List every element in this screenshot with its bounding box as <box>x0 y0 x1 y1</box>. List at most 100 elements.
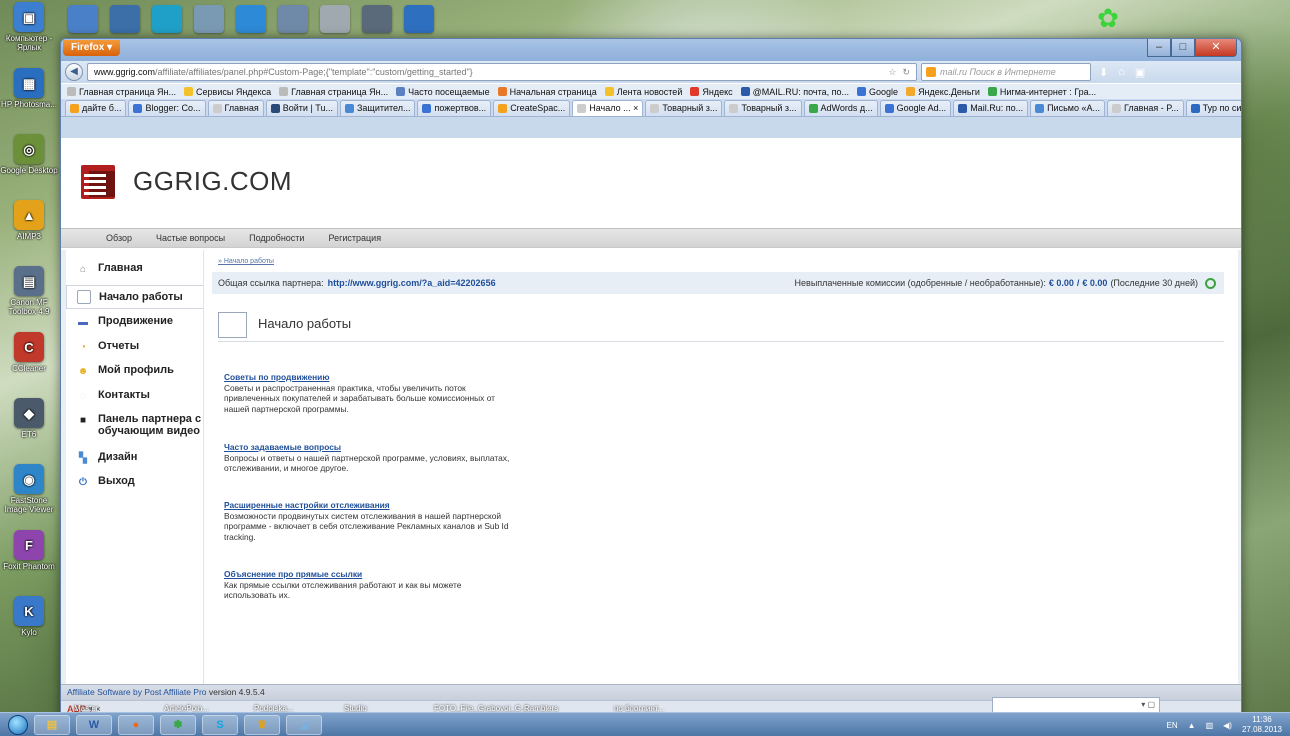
quicklaunch-app-icon[interactable] <box>110 5 140 33</box>
help-block-title-link[interactable]: Объяснение про прямые ссылки <box>224 569 514 580</box>
minimize-button[interactable]: – <box>1147 39 1171 57</box>
browser-tab[interactable]: Защитител... <box>339 100 416 116</box>
desktop-icon[interactable]: ▦ HP Photosma... <box>0 68 58 109</box>
browser-tab[interactable]: Войти | Tu... <box>265 100 338 116</box>
desktop-icon[interactable]: ◆ ET6 <box>0 398 58 439</box>
sidebar-item[interactable]: ■ Панель партнера с обучающим видео <box>66 413 203 437</box>
quicklaunch-app-icon[interactable] <box>152 5 182 33</box>
sidebar-item[interactable]: ⌂ Главная <box>66 262 203 276</box>
clock[interactable]: 11:36 27.08.2013 <box>1242 715 1282 735</box>
addons-icon[interactable]: ▣ <box>1135 66 1145 79</box>
bookmark-item[interactable]: Лента новостей <box>604 87 682 97</box>
desktop-icon-image: C <box>14 332 44 362</box>
quicklaunch-app-icon[interactable] <box>68 5 98 33</box>
sidebar-item[interactable]: ▬ Продвижение <box>66 315 203 329</box>
bookmark-item[interactable]: Главная страница Ян... <box>279 87 388 97</box>
sidebar-item[interactable]: ☻ Мой профиль <box>66 364 203 378</box>
reload-icon[interactable]: ↻ <box>902 67 910 78</box>
desktop-icon[interactable]: ◎ Google Desktop <box>0 134 58 175</box>
quicklaunch-app-icon[interactable] <box>362 5 392 33</box>
taskbar-app-button[interactable]: ◢ <box>286 714 322 735</box>
taskbar-app-button[interactable]: ● <box>118 714 154 735</box>
bookmark-item[interactable]: Начальная страница <box>497 87 597 97</box>
home-icon[interactable]: ⌂ <box>1118 66 1125 79</box>
close-button[interactable]: ✕ <box>1195 39 1237 57</box>
desktop-icon[interactable]: ▣ Компьютер - Ярлык <box>0 2 58 52</box>
bookmark-item[interactable]: Нигма-интернет : Гра... <box>987 87 1096 97</box>
desktop-icon[interactable]: ▲ AIMP3 <box>0 200 58 241</box>
desktop-icon[interactable]: F Foxit Phantom <box>0 530 58 571</box>
sidebar-item[interactable]: ▚ Дизайн <box>66 451 203 465</box>
bookmark-item[interactable]: Часто посещаемые <box>396 87 490 97</box>
desktop-icon[interactable]: ▤ Canon MF Toolbox 4.9 <box>0 266 58 316</box>
back-button[interactable]: ◀ <box>65 63 83 81</box>
maximize-button[interactable]: □ <box>1171 39 1195 57</box>
bookmark-item[interactable]: Сервисы Яндекса <box>184 87 271 97</box>
browser-tab[interactable]: Главная - P... <box>1106 100 1184 116</box>
browser-tab[interactable]: Товарный з... <box>645 100 723 116</box>
quicklaunch-app-icon[interactable] <box>278 5 308 33</box>
bookmark-favicon-icon <box>184 87 194 96</box>
sidebar-item[interactable]: ◌ Контакты <box>66 389 203 403</box>
taskbar-app-button[interactable]: ♛ <box>244 714 280 735</box>
desktop-search-gadget[interactable]: ▾ ▢ <box>992 697 1160 713</box>
tray-arrow-icon[interactable]: ▲ <box>1188 721 1196 730</box>
quicklaunch-app-icon[interactable] <box>194 5 224 33</box>
language-indicator[interactable]: EN <box>1167 721 1178 730</box>
icq-flower-icon[interactable]: ✿ <box>1094 4 1122 32</box>
browser-tab[interactable]: CreateSpac... <box>493 100 571 116</box>
browser-tab[interactable]: AdWords д... <box>803 100 878 116</box>
bookmark-star-icon[interactable]: ☆ <box>888 67 896 78</box>
sidebar-item[interactable]: ◔ Отчеты <box>66 340 203 354</box>
bookmark-item[interactable]: Яндекс <box>690 87 733 97</box>
menu-item[interactable]: Регистрация <box>328 233 381 243</box>
taskbar-app-button[interactable]: ✽ <box>160 714 196 735</box>
desktop-icon-label: CCleaner <box>12 364 46 373</box>
taskbar-app-button[interactable]: S <box>202 714 238 735</box>
browser-tab[interactable]: пожертвов... <box>417 100 492 116</box>
browser-tab[interactable]: Google Ad... <box>879 100 952 116</box>
browser-tab[interactable]: Начало ... × <box>572 100 644 116</box>
sidebar-item[interactable]: Начало работы <box>66 285 203 309</box>
menu-item[interactable]: Обзор <box>106 233 132 243</box>
browser-tab[interactable]: Blogger: Co... <box>128 100 206 116</box>
quicklaunch-app-icon[interactable] <box>320 5 350 33</box>
volume-icon[interactable]: ◀) <box>1223 721 1232 730</box>
refresh-icon[interactable] <box>1205 277 1216 289</box>
desktop-icon[interactable]: ◉ FastStone Image Viewer <box>0 464 58 514</box>
network-icon[interactable]: ▥ <box>1206 721 1214 730</box>
help-block-title-link[interactable]: Расширенные настройки отслеживания <box>224 500 514 511</box>
bookmark-item[interactable]: @MAIL.RU: почта, по... <box>740 87 849 97</box>
start-button[interactable] <box>8 714 28 735</box>
browser-tab[interactable]: Mail.Ru: по... <box>953 100 1029 116</box>
taskbar-app-button[interactable]: W <box>76 714 112 735</box>
browser-tab[interactable]: Тур по сист... <box>1185 100 1241 116</box>
footer-link[interactable]: Affiliate Software by Post Affiliate Pro <box>67 687 207 697</box>
breadcrumb[interactable]: » Начало работы <box>218 258 274 265</box>
site-logo-text[interactable]: GGRIG.COM <box>133 166 292 197</box>
taskbar-app-button[interactable]: ▤ <box>34 714 70 735</box>
affiliate-link[interactable]: http://www.ggrig.com/?a_aid=42202656 <box>328 278 496 288</box>
desktop-icon-label: Canon MF Toolbox 4.9 <box>8 298 50 316</box>
desktop-icon[interactable]: C CCleaner <box>0 332 58 373</box>
quicklaunch-app-icon[interactable] <box>236 5 266 33</box>
bookmark-item[interactable]: Главная страница Ян... <box>67 87 176 97</box>
address-bar[interactable]: www.ggrig.com/affiliate/affiliates/panel… <box>87 63 917 81</box>
quicklaunch-app-icon[interactable] <box>404 5 434 33</box>
browser-tab[interactable]: Главная <box>207 100 264 116</box>
menu-item[interactable]: Подробности <box>249 233 304 243</box>
ggrig-logo-icon[interactable] <box>81 165 115 199</box>
search-input[interactable]: mail.ru Поиск в Интернете <box>921 63 1091 81</box>
browser-tab[interactable]: дайте б... <box>65 100 127 116</box>
menu-item[interactable]: Частые вопросы <box>156 233 225 243</box>
help-block-title-link[interactable]: Советы по продвижению <box>224 372 514 383</box>
bookmark-item[interactable]: Яндекс.Деньги <box>906 87 980 97</box>
browser-tab[interactable]: Товарный з... <box>724 100 802 116</box>
bookmark-item[interactable]: Google <box>857 87 898 97</box>
download-icon[interactable]: ⬇ <box>1099 66 1108 79</box>
browser-tab[interactable]: Письмо «А... <box>1030 100 1105 116</box>
sidebar-item[interactable]: ⏻ Выход <box>66 475 203 489</box>
help-block-title-link[interactable]: Часто задаваемые вопросы <box>224 442 514 453</box>
firefox-menu-button[interactable]: Firefox ▾ <box>63 40 121 56</box>
desktop-icon[interactable]: K Kylo <box>0 596 58 637</box>
